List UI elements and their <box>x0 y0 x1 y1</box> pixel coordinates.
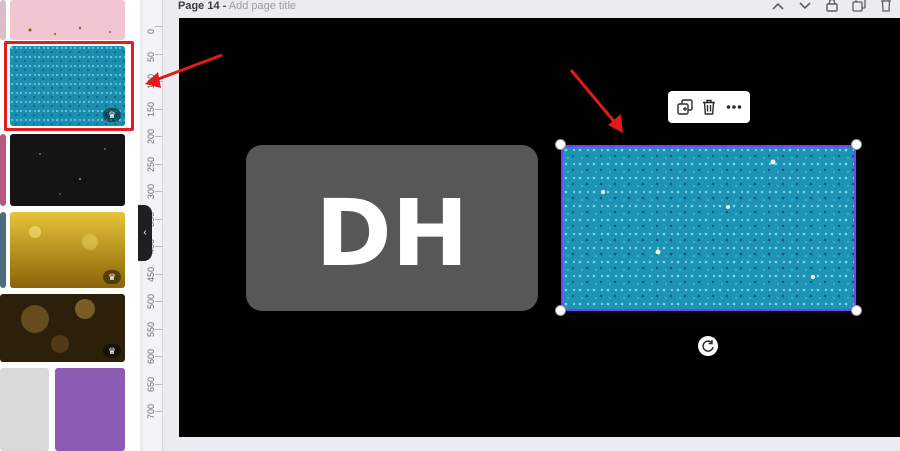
ruler-tick <box>155 411 163 412</box>
collapse-page-icon[interactable] <box>770 0 786 14</box>
more-options-icon[interactable] <box>725 98 743 116</box>
pink-glitter-image <box>10 0 125 40</box>
ruler-tick <box>155 301 163 302</box>
expand-page-icon[interactable] <box>797 0 813 14</box>
chevron-left-icon: ‹ <box>143 227 147 238</box>
page-label: Page 14 - <box>178 0 227 12</box>
ruler-label: 0 <box>146 28 156 34</box>
delete-page-icon[interactable] <box>878 0 894 14</box>
pink-glitter-thumbnail[interactable] <box>10 0 125 40</box>
ruler-tick <box>155 53 163 55</box>
page-title-input[interactable]: Add page title <box>229 0 296 12</box>
ruler-tick <box>155 273 163 275</box>
trash-icon[interactable] <box>700 98 718 116</box>
resize-handle-bottom-right[interactable] <box>851 305 862 316</box>
dh-logo-graphic: DH <box>315 180 468 287</box>
logo-card[interactable]: DH <box>246 145 538 311</box>
duplicate-icon[interactable] <box>676 98 694 116</box>
element-toolbar <box>668 91 750 123</box>
premium-crown-icon: ♛ <box>103 344 121 358</box>
ruler-tick <box>155 108 163 110</box>
ruler-tick <box>155 383 163 385</box>
selected-glitter-element[interactable] <box>561 145 856 311</box>
rotate-handle[interactable] <box>698 336 718 356</box>
blue-glitter-fill <box>563 147 854 309</box>
gold-bokeh-thumbnail[interactable]: ♛ <box>0 294 125 362</box>
design-canvas[interactable]: DH <box>179 18 900 437</box>
black-glitter-image <box>10 134 125 206</box>
partial-thumbnail[interactable] <box>0 134 6 206</box>
ruler-tick <box>155 356 163 357</box>
partial-thumbnail[interactable] <box>0 0 6 40</box>
collapse-panel-button[interactable]: ‹ <box>138 205 152 261</box>
ruler-tick <box>155 81 163 82</box>
logo-text: DH <box>315 180 468 287</box>
ruler-tick <box>155 163 163 165</box>
ruler-tick <box>155 218 163 220</box>
ruler-tick <box>155 246 163 247</box>
ruler-tick <box>155 136 163 137</box>
selected-thumbnail-highlight <box>4 41 134 131</box>
rotate-icon <box>702 340 714 352</box>
lock-icon[interactable] <box>824 0 840 14</box>
ruler-tick <box>155 191 163 192</box>
silver-glitter-thumbnail[interactable] <box>0 368 49 451</box>
image-results-panel: ♛ ♛ ♛ <box>0 0 140 451</box>
resize-handle-top-left[interactable] <box>555 139 566 150</box>
ruler-tick <box>155 26 163 27</box>
resize-handle-top-right[interactable] <box>851 139 862 150</box>
gold-glitter-thumbnail[interactable]: ♛ <box>10 212 125 288</box>
page-header: Page 14 - Add page title <box>178 0 296 13</box>
partial-thumbnail[interactable] <box>0 212 6 288</box>
duplicate-page-icon[interactable] <box>851 0 867 14</box>
purple-glitter-thumbnail[interactable] <box>55 368 125 451</box>
premium-crown-icon: ♛ <box>103 270 121 284</box>
resize-handle-bottom-left[interactable] <box>555 305 566 316</box>
editor-window: ♛ ♛ ♛ 0 50 100 150 200 250 300 450 500 5… <box>0 0 900 451</box>
ruler-tick <box>155 328 163 330</box>
black-glitter-thumbnail[interactable] <box>10 134 125 206</box>
